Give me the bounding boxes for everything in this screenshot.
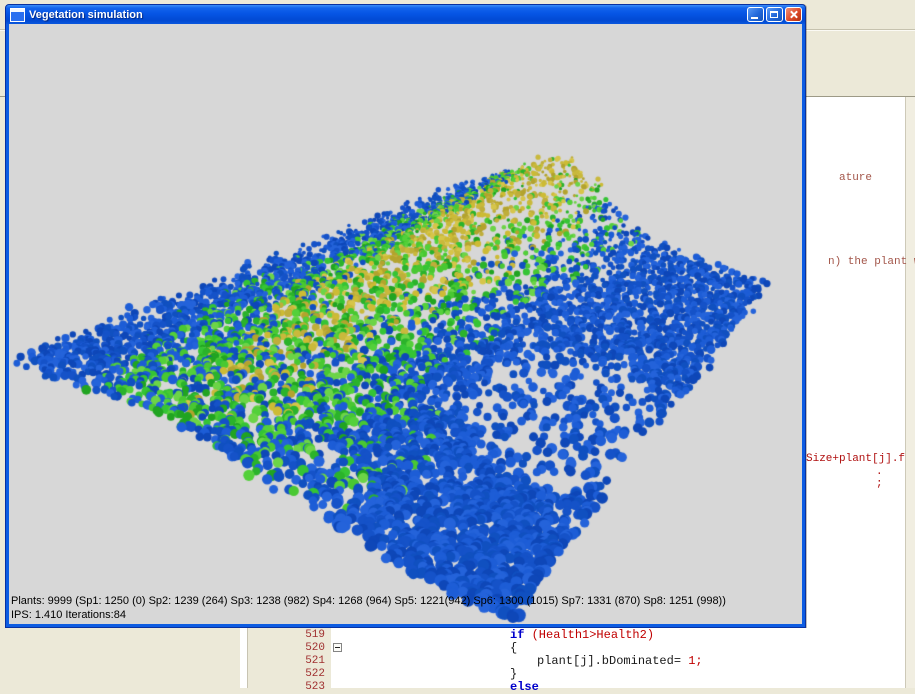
code-token: { — [510, 641, 517, 655]
code-token: 1; — [688, 654, 702, 668]
code-lines: if (Health1>Health2){plant[j].bDominated… — [510, 629, 703, 694]
code-fragment: ature — [839, 172, 872, 184]
minimize-button[interactable] — [747, 7, 764, 22]
code-fragment: n) the plant wi — [828, 256, 915, 268]
fold-margin — [332, 629, 346, 694]
simulation-window: Vegetation simulation Plants: 9999 (Sp1:… — [5, 4, 806, 628]
code-line[interactable]: plant[j].bDominated= 1; — [510, 655, 703, 668]
code-line[interactable]: } — [510, 668, 703, 681]
code-fragment: Size+plant[j].f — [806, 453, 905, 465]
close-button[interactable] — [785, 7, 802, 22]
window-title-bar[interactable]: Vegetation simulation — [6, 5, 805, 24]
code-token: if — [510, 628, 532, 642]
code-token: } — [510, 667, 517, 681]
window-controls — [747, 7, 802, 22]
code-fold-toggle[interactable] — [333, 643, 342, 652]
code-token: plant[j].bDominated= — [537, 654, 688, 668]
code-token: else — [510, 680, 539, 694]
code-token: (Health1>Health2) — [532, 628, 654, 642]
window-title: Vegetation simulation — [29, 9, 143, 21]
ips-status-text: IPS: 1.410 Iterations:84 — [11, 609, 126, 621]
line-number: 522 — [247, 668, 327, 681]
gutter-numbers: 519520521522523 — [247, 629, 327, 694]
app-icon — [10, 8, 25, 22]
line-number: 521 — [247, 655, 327, 668]
simulation-viewport: Plants: 9999 (Sp1: 1250 (0) Sp2: 1239 (2… — [9, 24, 802, 624]
line-number: 520 — [247, 642, 327, 655]
plants-status-text: Plants: 9999 (Sp1: 1250 (0) Sp2: 1239 (2… — [11, 595, 726, 607]
code-fragment: ; — [876, 478, 883, 490]
maximize-button[interactable] — [766, 7, 783, 22]
simulation-canvas[interactable] — [9, 24, 802, 624]
code-fragment: . — [876, 466, 883, 478]
code-line[interactable]: if (Health1>Health2) — [510, 629, 703, 642]
line-number: 519 — [247, 629, 327, 642]
